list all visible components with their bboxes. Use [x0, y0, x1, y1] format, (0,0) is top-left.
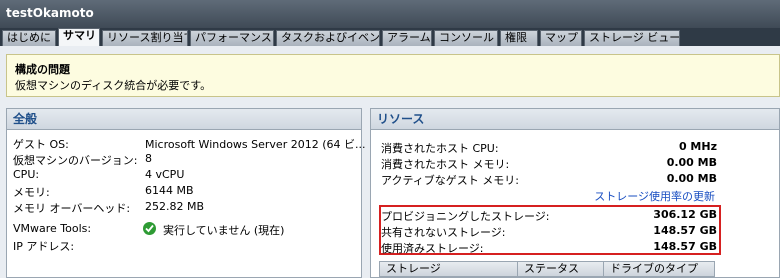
host-memory-value: 0.00 MB — [666, 156, 717, 169]
title-bar: testOkamoto — [0, 0, 780, 28]
guest-memory-row: アクティブなゲスト メモリ: 0.00 MB — [371, 172, 780, 187]
host-memory-label: 消費されたホスト メモリ: — [381, 158, 510, 171]
used-storage-label: 使用済みストレージ: — [381, 242, 484, 255]
unshared-storage-label: 共有されないストレージ: — [381, 226, 506, 239]
memory-value: 6144 MB — [145, 184, 194, 197]
tab-tasks-events[interactable]: タスクおよびイベント — [276, 30, 380, 46]
check-ok-icon — [143, 222, 156, 235]
used-storage-row: 使用済みストレージ: 148.57 GB — [371, 240, 780, 255]
host-cpu-row: 消費されたホスト CPU: 0 MHz — [371, 140, 780, 155]
vm-version-value: 8 — [145, 152, 152, 165]
column-header-storage[interactable]: ストレージ — [380, 262, 518, 277]
tab-summary[interactable]: サマリ — [58, 28, 100, 46]
general-panel: 全般 ゲスト OS: Microsoft Windows Server 2012… — [6, 108, 366, 278]
provisioned-storage-value: 306.12 GB — [653, 208, 717, 221]
storage-table-header: ストレージ ステータス ドライブのタイプ — [379, 261, 715, 277]
tab-maps[interactable]: マップ — [540, 30, 582, 46]
ip-address-row: IP アドレス: — [7, 238, 363, 253]
unshared-storage-row: 共有されないストレージ: 148.57 GB — [371, 224, 780, 239]
host-cpu-value: 0 MHz — [678, 140, 717, 153]
column-header-drive-type[interactable]: ドライブのタイプ — [604, 262, 716, 277]
tab-console[interactable]: コンソール — [434, 30, 498, 46]
window-title: testOkamoto — [6, 6, 94, 20]
tab-alarms[interactable]: アラーム — [382, 30, 432, 46]
cpu-row: CPU: 4 vCPU — [7, 168, 363, 183]
column-header-status[interactable]: ステータス — [518, 262, 604, 277]
configuration-issues-alert: 構成の問題 仮想マシンのディスク統合が必要です。 — [6, 54, 780, 97]
summary-content: 構成の問題 仮想マシンのディスク統合が必要です。 全般 ゲスト OS: Micr… — [0, 46, 780, 278]
tab-resource-allocation[interactable]: リソース割り当て — [102, 30, 188, 46]
tab-bar: はじめに サマリ リソース割り当て パフォーマンス タスクおよびイベント アラー… — [0, 28, 780, 46]
memory-overhead-label: メモリ オーバーヘッド: — [13, 202, 131, 215]
guest-memory-label: アクティブなゲスト メモリ: — [381, 174, 519, 187]
vmware-tools-value: 実行していません (現在) — [163, 224, 285, 237]
provisioned-storage-row: プロビジョニングしたストレージ: 306.12 GB — [371, 208, 780, 223]
tab-getting-started[interactable]: はじめに — [2, 30, 56, 46]
resources-panel-header: リソース — [371, 109, 779, 130]
cpu-label: CPU: — [13, 168, 40, 181]
guest-os-label: ゲスト OS: — [13, 138, 69, 151]
memory-overhead-row: メモリ オーバーヘッド: 252.82 MB — [7, 200, 363, 215]
memory-overhead-value: 252.82 MB — [145, 200, 205, 213]
unshared-storage-value: 148.57 GB — [653, 224, 717, 237]
used-storage-value: 148.57 GB — [653, 240, 717, 253]
host-cpu-label: 消費されたホスト CPU: — [381, 142, 499, 155]
vmware-tools-row: VMware Tools: 実行していません (現在) — [7, 222, 363, 237]
tab-performance[interactable]: パフォーマンス — [190, 30, 274, 46]
alert-title: 構成の問題 — [15, 63, 70, 76]
guest-os-value: Microsoft Windows Server 2012 (64 ビ... — [145, 138, 366, 151]
alert-message: 仮想マシンのディスク統合が必要です。 — [15, 79, 212, 92]
ip-address-label: IP アドレス: — [13, 240, 75, 253]
memory-row: メモリ: 6144 MB — [7, 184, 363, 199]
vm-version-row: 仮想マシンのバージョン: 8 — [7, 152, 363, 167]
general-panel-header: 全般 — [7, 109, 361, 130]
tab-permissions[interactable]: 権限 — [500, 30, 538, 46]
provisioned-storage-label: プロビジョニングしたストレージ: — [381, 210, 550, 223]
guest-memory-value: 0.00 MB — [666, 172, 717, 185]
tab-storage-views[interactable]: ストレージ ビュー — [584, 30, 680, 46]
resources-panel: リソース 消費されたホスト CPU: 0 MHz 消費されたホスト メモリ: 0… — [370, 108, 780, 278]
host-memory-row: 消費されたホスト メモリ: 0.00 MB — [371, 156, 780, 171]
refresh-storage-usage-link[interactable]: ストレージ使用率の更新 — [594, 188, 715, 204]
vmware-tools-label: VMware Tools: — [13, 222, 92, 235]
cpu-value: 4 vCPU — [145, 168, 185, 181]
memory-label: メモリ: — [13, 186, 50, 199]
vm-version-label: 仮想マシンのバージョン: — [13, 154, 138, 167]
guest-os-row: ゲスト OS: Microsoft Windows Server 2012 (6… — [7, 136, 366, 151]
